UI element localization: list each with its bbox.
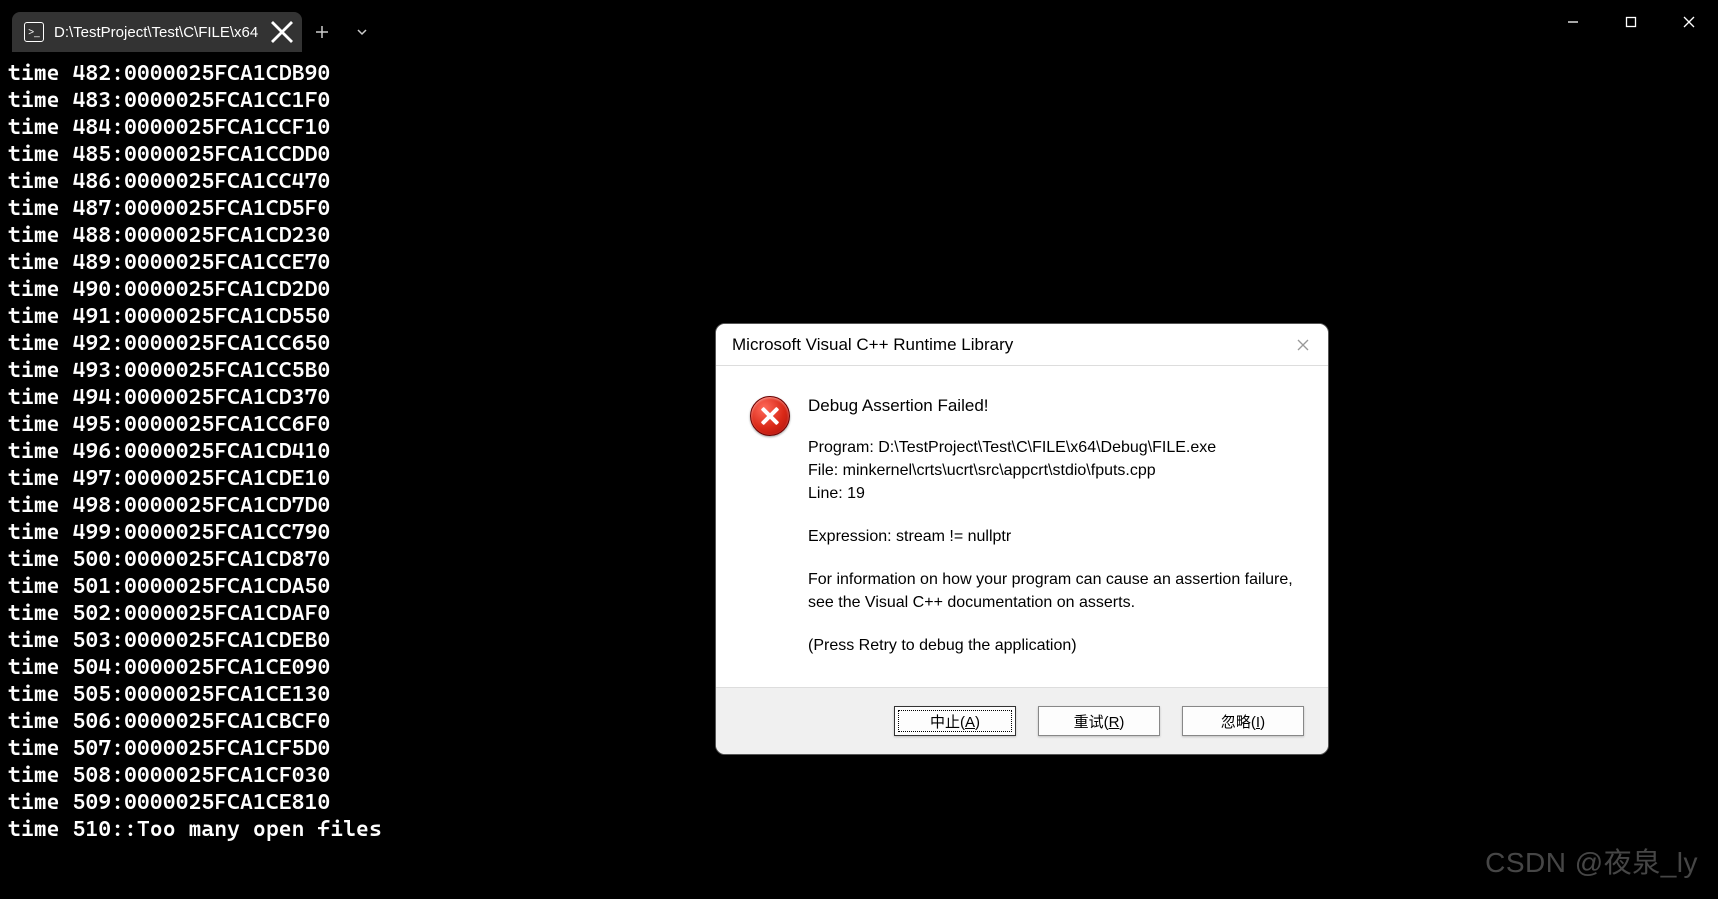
close-icon bbox=[1682, 15, 1696, 29]
chevron-down-icon bbox=[356, 26, 368, 38]
minimize-button[interactable] bbox=[1544, 2, 1602, 42]
dialog-titlebar[interactable]: Microsoft Visual C++ Runtime Library bbox=[716, 324, 1328, 366]
window-close-button[interactable] bbox=[1660, 2, 1718, 42]
dialog-info: For information on how your program can … bbox=[808, 568, 1304, 614]
terminal-tab[interactable]: >_ D:\TestProject\Test\C\FILE\x64 bbox=[12, 12, 302, 52]
terminal-icon: >_ bbox=[24, 22, 44, 42]
minimize-icon bbox=[1566, 15, 1580, 29]
maximize-button[interactable] bbox=[1602, 2, 1660, 42]
dialog-retry-hint: (Press Retry to debug the application) bbox=[808, 634, 1304, 657]
dialog-close-button[interactable] bbox=[1282, 329, 1324, 361]
maximize-icon bbox=[1624, 15, 1638, 29]
dialog-footer: 中止(A) 重试(R) 忽略(I) bbox=[716, 687, 1328, 754]
tab-title: D:\TestProject\Test\C\FILE\x64 bbox=[54, 24, 264, 41]
close-icon bbox=[270, 20, 294, 44]
plus-icon bbox=[315, 25, 329, 39]
ignore-button[interactable]: 忽略(I) bbox=[1182, 706, 1304, 736]
window-titlebar: >_ D:\TestProject\Test\C\FILE\x64 bbox=[0, 0, 1718, 52]
tab-actions bbox=[302, 12, 382, 52]
dialog-program: Program: D:\TestProject\Test\C\FILE\x64\… bbox=[808, 436, 1304, 459]
tab-dropdown-button[interactable] bbox=[342, 12, 382, 52]
abort-button[interactable]: 中止(A) bbox=[894, 706, 1016, 736]
assertion-dialog: Microsoft Visual C++ Runtime Library Deb… bbox=[715, 323, 1329, 755]
retry-button[interactable]: 重试(R) bbox=[1038, 706, 1160, 736]
error-icon bbox=[750, 396, 790, 436]
dialog-body: Debug Assertion Failed! Program: D:\Test… bbox=[716, 366, 1328, 687]
dialog-heading: Debug Assertion Failed! bbox=[808, 396, 1304, 416]
close-icon bbox=[1297, 339, 1309, 351]
window-controls bbox=[1544, 2, 1718, 42]
dialog-title: Microsoft Visual C++ Runtime Library bbox=[732, 335, 1282, 355]
dialog-expression: Expression: stream != nullptr bbox=[808, 525, 1304, 548]
new-tab-button[interactable] bbox=[302, 12, 342, 52]
dialog-line: Line: 19 bbox=[808, 482, 1304, 505]
dialog-file: File: minkernel\crts\ucrt\src\appcrt\std… bbox=[808, 459, 1304, 482]
close-tab-button[interactable] bbox=[270, 20, 294, 44]
